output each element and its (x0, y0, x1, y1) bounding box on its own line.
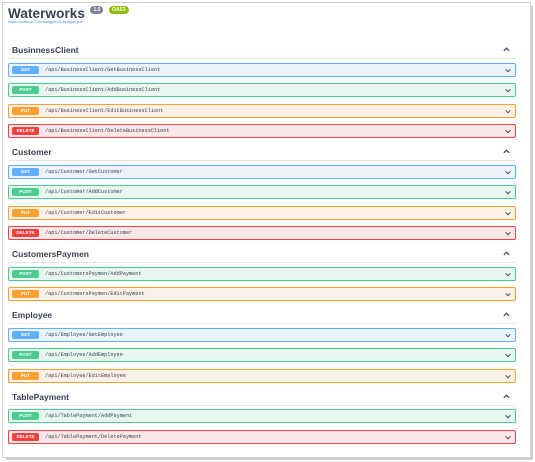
chevron-down-icon[interactable] (504, 271, 512, 278)
swagger-page: Waterworks 1.0 OAS3 https://localhost:71… (2, 2, 531, 458)
operation-path: /api/BusinessClient/DeleteBusinessClient (45, 128, 170, 134)
chevron-down-icon[interactable] (504, 210, 512, 217)
chevron-down-icon[interactable] (504, 434, 512, 441)
spec-json-link[interactable]: https://localhost:7194/swagger/v1/swagge… (8, 20, 83, 24)
operation-path: /api/BusinessClient/GetBusinessClient (45, 67, 161, 73)
operation-path: /api/TablePayment/AddPayment (45, 413, 133, 419)
method-badge: POST (12, 270, 39, 278)
operation-row[interactable]: DELETE /api/Customer/DeleteCustomer (8, 226, 516, 240)
section-title: CustomersPaymen (12, 249, 90, 259)
api-title: Waterworks (8, 6, 86, 21)
operation-path: /api/TablePayment/DeletePayment (45, 434, 142, 440)
operation-path: /api/Employee/GetEmployee (45, 332, 123, 338)
method-badge: PUT (12, 107, 39, 115)
method-badge: DELETE (12, 229, 39, 237)
section-title: Employee (12, 310, 53, 320)
operation-row[interactable]: POST /api/BusinessClient/AddBusinessClie… (8, 83, 516, 97)
operation-row[interactable]: PUT /api/CustomersPaymen/EditPayment (8, 287, 516, 301)
operation-path: /api/Customer/DeleteCustomer (45, 230, 133, 236)
section-header-customerspaymen[interactable]: CustomersPaymen (8, 246, 516, 263)
operation-path: /api/Employee/AddEmployee (45, 352, 123, 358)
chevron-up-icon[interactable] (502, 392, 511, 401)
section-title: Customer (12, 147, 52, 157)
section-header-tablepayment[interactable]: TablePayment (8, 389, 516, 406)
operation-row[interactable]: GET /api/Employee/GetEmployee (8, 328, 516, 342)
operation-row[interactable]: POST /api/CustomersPaymen/AddPayment (8, 267, 516, 281)
operation-path: /api/BusinessClient/AddBusinessClient (45, 87, 161, 93)
method-badge: POST (12, 86, 39, 94)
chevron-down-icon[interactable] (504, 67, 512, 74)
method-badge: POST (12, 351, 39, 359)
chevron-down-icon[interactable] (504, 352, 512, 359)
method-badge: GET (12, 168, 39, 176)
section-header-customer[interactable]: Customer (8, 144, 516, 161)
operation-path: /api/CustomersPaymen/AddPayment (45, 271, 142, 277)
chevron-up-icon[interactable] (502, 249, 511, 258)
operation-path: /api/BusinessClient/EditBusinessClient (45, 108, 164, 114)
chevron-down-icon[interactable] (504, 332, 512, 339)
operation-row[interactable]: PUT /api/Employee/EditEmployee (8, 369, 516, 383)
method-badge: POST (12, 188, 39, 196)
section-header-businnessclient[interactable]: BusinnessClient (8, 42, 516, 59)
version-badge: 1.0 (90, 6, 104, 14)
method-badge: GET (12, 66, 39, 74)
chevron-down-icon[interactable] (504, 373, 512, 380)
method-badge: PUT (12, 209, 39, 217)
operation-path: /api/Customer/AddCustomer (45, 189, 123, 195)
section-title: BusinnessClient (12, 45, 79, 55)
chevron-down-icon[interactable] (504, 87, 512, 94)
chevron-down-icon[interactable] (504, 291, 512, 298)
operation-row[interactable]: DELETE /api/BusinessClient/DeleteBusines… (8, 124, 516, 138)
operation-path: /api/Customer/GetCustomer (45, 169, 123, 175)
operation-path: /api/Employee/EditEmployee (45, 373, 126, 379)
chevron-up-icon[interactable] (502, 310, 511, 319)
chevron-up-icon[interactable] (502, 147, 511, 156)
chevron-down-icon[interactable] (504, 128, 512, 135)
operation-row[interactable]: GET /api/BusinessClient/GetBusinessClien… (8, 63, 516, 77)
operation-row[interactable]: PUT /api/BusinessClient/EditBusinessClie… (8, 104, 516, 118)
method-badge: POST (12, 412, 39, 420)
operation-row[interactable]: GET /api/Customer/GetCustomer (8, 165, 516, 179)
section-title: TablePayment (12, 392, 70, 402)
chevron-up-icon[interactable] (502, 45, 511, 54)
operation-row[interactable]: POST /api/TablePayment/AddPayment (8, 409, 516, 423)
operation-row[interactable]: PUT /api/Customer/EditCustomer (8, 206, 516, 220)
oas-badge: OAS3 (108, 6, 129, 14)
operation-path: /api/CustomersPaymen/EditPayment (45, 291, 145, 297)
operation-row[interactable]: POST /api/Employee/AddEmployee (8, 348, 516, 362)
method-badge: GET (12, 331, 39, 339)
operation-row[interactable]: DELETE /api/TablePayment/DeletePayment (8, 430, 516, 444)
chevron-down-icon[interactable] (504, 413, 512, 420)
chevron-down-icon[interactable] (504, 230, 512, 237)
api-info-header: Waterworks 1.0 OAS3 (8, 5, 129, 29)
chevron-down-icon[interactable] (504, 169, 512, 176)
operation-path: /api/Customer/EditCustomer (45, 210, 126, 216)
chevron-down-icon[interactable] (504, 189, 512, 196)
chevron-down-icon[interactable] (504, 108, 512, 115)
method-badge: PUT (12, 372, 39, 380)
section-header-employee[interactable]: Employee (8, 307, 516, 324)
method-badge: DELETE (12, 127, 39, 135)
method-badge: DELETE (12, 433, 39, 441)
method-badge: PUT (12, 290, 39, 298)
operation-row[interactable]: POST /api/Customer/AddCustomer (8, 185, 516, 199)
